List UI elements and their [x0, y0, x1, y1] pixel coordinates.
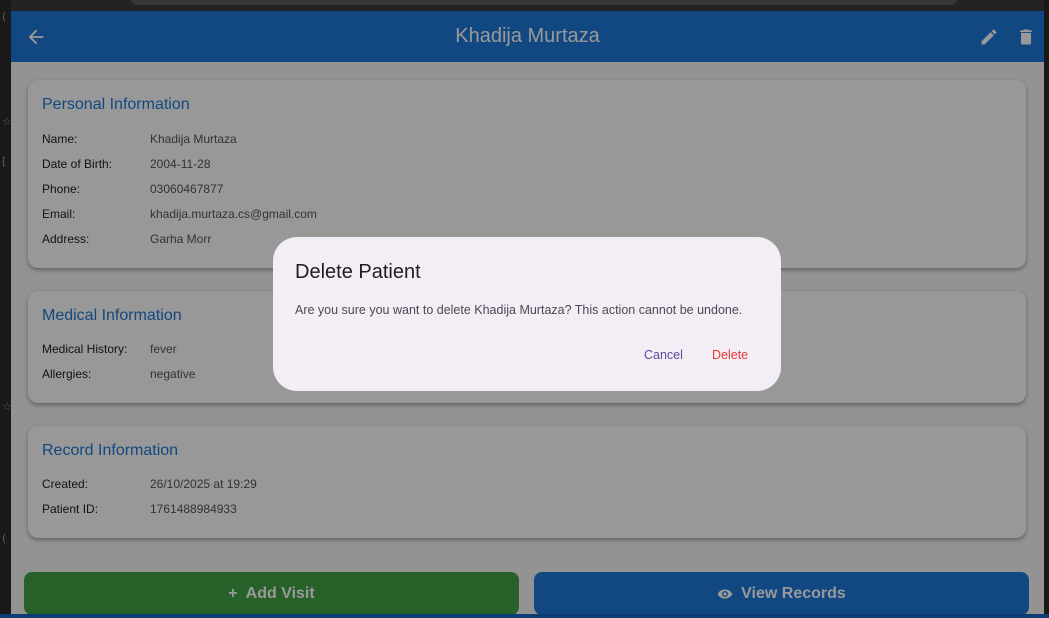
- dialog-message: Are you sure you want to delete Khadija …: [295, 303, 743, 317]
- delete-patient-dialog: Delete Patient Are you sure you want to …: [273, 237, 781, 391]
- cancel-button[interactable]: Cancel: [644, 348, 683, 362]
- confirm-delete-button[interactable]: Delete: [712, 348, 748, 362]
- dialog-title: Delete Patient: [295, 261, 421, 283]
